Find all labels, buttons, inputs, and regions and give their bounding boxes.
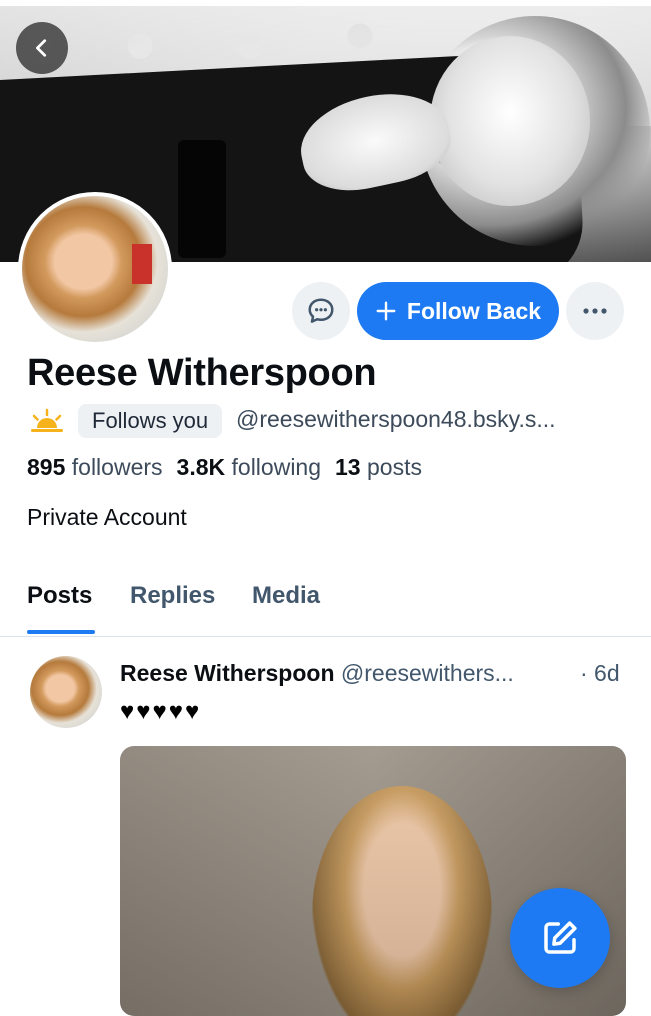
account-status-text: Private Account	[27, 504, 187, 530]
ellipsis-icon	[583, 308, 607, 314]
tab-media[interactable]: Media	[252, 582, 320, 610]
message-button[interactable]	[292, 282, 350, 340]
plus-icon	[376, 301, 396, 321]
sun-horizon-icon	[31, 408, 63, 432]
followers-count: 895	[27, 454, 66, 480]
profile-tabs: Posts Replies Media	[0, 560, 651, 637]
following-count: 3.8K	[176, 454, 226, 480]
followers-label: followers	[71, 454, 163, 480]
banner-belt	[178, 140, 226, 258]
profile-avatar[interactable]	[18, 192, 172, 346]
follow-back-label: Follow Back	[406, 297, 542, 324]
follows-you-badge: Follows you	[78, 404, 223, 438]
profile-display-name: Reese Witherspoon	[27, 352, 377, 394]
profile-handle[interactable]: @reesewitherspoon48.bsky.s...	[236, 406, 556, 433]
post-author-handle[interactable]: @reesewithers...	[341, 660, 514, 686]
post-timestamp[interactable]: · 6d	[580, 660, 620, 687]
posts-label: posts	[367, 454, 422, 480]
post-text: ♥♥♥♥♥	[120, 698, 202, 725]
tab-replies[interactable]: Replies	[130, 582, 215, 610]
compose-pencil-icon	[544, 921, 577, 954]
chevron-left-icon	[36, 39, 47, 57]
post-author-name[interactable]: Reese Witherspoon	[120, 660, 335, 686]
post-header: Reese Witherspoon @reesewithers...	[120, 660, 514, 687]
back-button[interactable]	[16, 22, 68, 74]
compose-post-button[interactable]	[510, 888, 610, 988]
chat-bubble-icon	[308, 298, 334, 323]
post-author-avatar[interactable]	[30, 656, 102, 728]
posts-stat: 13 posts	[335, 454, 422, 480]
posts-count: 13	[335, 454, 361, 480]
banner-face	[430, 36, 590, 206]
avatar-background-sign	[132, 244, 152, 284]
follow-back-button[interactable]: Follow Back	[357, 282, 559, 340]
following-label: following	[231, 454, 322, 480]
following-link[interactable]: 3.8K following	[177, 454, 321, 480]
followers-link[interactable]: 895 followers	[27, 454, 163, 480]
more-options-button[interactable]	[566, 282, 624, 340]
profile-stats: 895 followers 3.8K following 13 posts	[27, 454, 422, 481]
active-tab-indicator	[27, 630, 95, 634]
tab-posts[interactable]: Posts	[27, 582, 92, 610]
